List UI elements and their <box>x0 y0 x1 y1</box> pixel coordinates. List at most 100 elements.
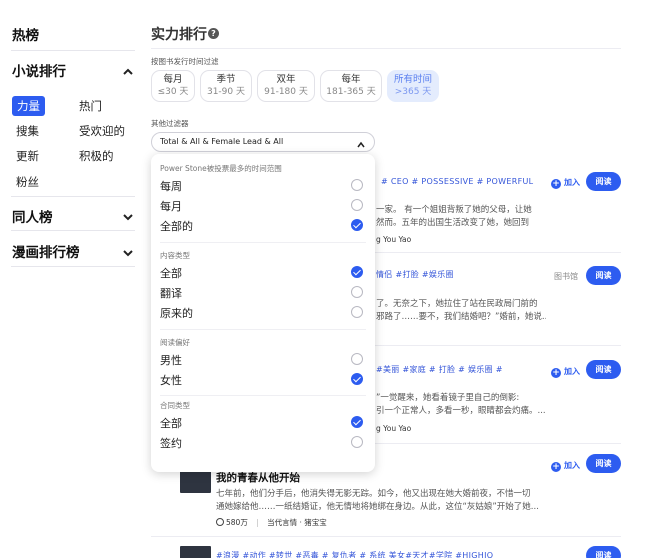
dropdown-group-title: 内容类型 <box>160 251 190 260</box>
divider <box>160 395 366 396</box>
time-filter-all-time[interactable]: 所有时间 >365 天 <box>387 70 439 102</box>
book-description: 引一个正常人，多看一秒，眼睛都会灼痛。... <box>376 406 546 416</box>
radio-male[interactable] <box>351 353 363 365</box>
add-label: 加入 <box>564 178 580 187</box>
time-filter-season[interactable]: 季节 31-90 天 <box>200 70 252 102</box>
book-cover[interactable] <box>180 471 211 493</box>
book-description: 通她嫁给他……一纸结婚证，他无情地将她绑在身边。从此，这位“灰姑娘”开始了她..… <box>216 502 539 512</box>
book-description: 然而。五年的出国生活改变了她，她回到 <box>376 218 530 228</box>
radio-signed[interactable] <box>351 436 363 448</box>
option-all[interactable]: 全部的 <box>160 218 193 234</box>
read-button[interactable]: 阅读 <box>586 454 621 473</box>
time-filter-range: 181-365 天 <box>326 87 376 97</box>
separator: | <box>256 518 259 527</box>
option-monthly[interactable]: 每月 <box>160 198 182 214</box>
add-button[interactable]: + 加入 <box>551 460 580 472</box>
radio-weekly[interactable] <box>351 179 363 191</box>
book-tags[interactable]: #美丽 #家庭 # 打脸 # 娱乐圈 # <box>376 364 546 375</box>
chevron-up-icon <box>357 138 365 148</box>
radio-translated[interactable] <box>351 286 363 298</box>
divider <box>151 48 621 49</box>
time-filter-label: 所有时间 <box>393 74 432 85</box>
time-filter-range: 31-90 天 <box>206 87 245 97</box>
radio-all-checked[interactable] <box>351 219 363 231</box>
fan-ranking-title[interactable]: 同人榜 <box>12 206 53 226</box>
time-filter-label: 双年 <box>276 74 296 85</box>
divider <box>160 329 366 330</box>
dropdown-group-title: Power Stone被投票最多的时间范围 <box>160 164 282 173</box>
plus-icon: + <box>551 179 561 189</box>
chevron-down-icon[interactable] <box>122 208 134 221</box>
time-filter-range: >365 天 <box>394 87 432 97</box>
time-filter-label: 季节 <box>216 74 236 85</box>
book-description: 邪路了……要不，我们结婚吧？”婚前，她说... <box>376 312 546 322</box>
read-button[interactable]: 阅读 <box>586 546 621 558</box>
option-weekly[interactable]: 每周 <box>160 178 182 194</box>
option-signed[interactable]: 签约 <box>160 435 182 451</box>
sidebar-item-active[interactable]: 积极的 <box>79 148 114 164</box>
time-filter-biannual[interactable]: 双年 91-180 天 <box>257 70 315 102</box>
view-count: 580万 <box>226 518 248 527</box>
time-filter-label: 每月 <box>163 74 183 85</box>
add-button[interactable]: + 加入 <box>551 366 580 378</box>
option-content-all[interactable]: 全部 <box>160 265 182 281</box>
dropdown-group-title: 阅读偏好 <box>160 338 190 347</box>
option-translated[interactable]: 翻译 <box>160 285 182 301</box>
time-filter-monthly[interactable]: 每月 ≤30 天 <box>151 70 195 102</box>
radio-content-all-checked[interactable] <box>351 266 363 278</box>
radio-female-checked[interactable] <box>351 373 363 385</box>
time-filter-range: 91-180 天 <box>264 87 308 97</box>
read-button[interactable]: 阅读 <box>586 266 621 285</box>
sidebar: 热榜 小说排行 力量 热门 搜集 受欢迎的 更新 积极的 粉丝 同人榜 漫画排行… <box>0 0 136 558</box>
book-genre-author[interactable]: 当代言情 · 猪宝宝 <box>267 518 327 527</box>
book-author[interactable]: g You Yao <box>376 424 411 433</box>
time-filter-label: 按图书发行时间过滤 <box>151 57 219 66</box>
book-title[interactable]: 我的青春从他开始 <box>216 470 300 485</box>
sidebar-item-power[interactable]: 力量 <box>12 96 45 116</box>
sidebar-item-popular[interactable]: 热门 <box>79 98 102 114</box>
book-author[interactable]: g You Yao <box>376 235 411 244</box>
radio-monthly[interactable] <box>351 199 363 211</box>
divider <box>11 50 135 51</box>
add-label: 加入 <box>564 461 580 470</box>
divider <box>11 266 135 267</box>
sidebar-item-fans[interactable]: 粉丝 <box>16 174 39 190</box>
hot-ranking-title[interactable]: 热榜 <box>12 24 39 44</box>
help-icon[interactable]: ? <box>208 28 219 39</box>
comic-ranking-title[interactable]: 漫画排行榜 <box>12 241 80 261</box>
time-filter-label: 每年 <box>341 74 361 85</box>
chevron-up-icon[interactable] <box>122 63 134 75</box>
book-tags[interactable]: #浪漫 #动作 #转世 #恶毒 # 复仇者 # 系统 美女#天才#学院 #HIG… <box>216 550 546 558</box>
plus-icon: + <box>551 462 561 472</box>
sidebar-item-update[interactable]: 更新 <box>16 148 39 164</box>
option-male[interactable]: 男性 <box>160 352 182 368</box>
divider <box>11 196 135 197</box>
sidebar-item-welcome[interactable]: 受欢迎的 <box>79 123 125 139</box>
book-cover[interactable] <box>180 546 211 558</box>
dropdown-group-title: 合同类型 <box>160 401 190 410</box>
option-original[interactable]: 原来的 <box>160 305 193 321</box>
filter-select[interactable]: Total & All & Female Lead & All <box>151 132 375 152</box>
filter-select-value: Total & All & Female Lead & All <box>160 137 284 146</box>
book-tags[interactable]: # CEO # POSSESSIVE # POWERFUL <box>381 177 546 186</box>
novel-ranking-title[interactable]: 小说排行 <box>12 60 66 80</box>
read-button[interactable]: 阅读 <box>586 360 621 379</box>
sidebar-item-collection[interactable]: 搜集 <box>16 123 39 139</box>
book-tags[interactable]: 情侣 #打脸 #娱乐圈 <box>376 269 546 280</box>
add-button[interactable]: + 加入 <box>551 177 580 189</box>
library-label[interactable]: 图书馆 <box>554 271 578 282</box>
read-button[interactable]: 阅读 <box>586 172 621 191</box>
option-female[interactable]: 女性 <box>160 372 182 388</box>
add-label: 加入 <box>564 367 580 376</box>
radio-original[interactable] <box>351 306 363 318</box>
fire-icon <box>216 518 224 526</box>
option-contract-all[interactable]: 全部 <box>160 415 182 431</box>
radio-contract-all-checked[interactable] <box>351 416 363 428</box>
divider <box>11 230 135 231</box>
page-title: 实力排行 <box>151 27 207 43</box>
time-filter-range: ≤30 天 <box>157 87 189 97</box>
time-filter-yearly[interactable]: 每年 181-365 天 <box>320 70 382 102</box>
filter-dropdown: Power Stone被投票最多的时间范围 每周 每月 全部的 内容类型 全部 … <box>151 154 375 472</box>
divider <box>151 536 621 537</box>
chevron-down-icon[interactable] <box>122 244 134 257</box>
